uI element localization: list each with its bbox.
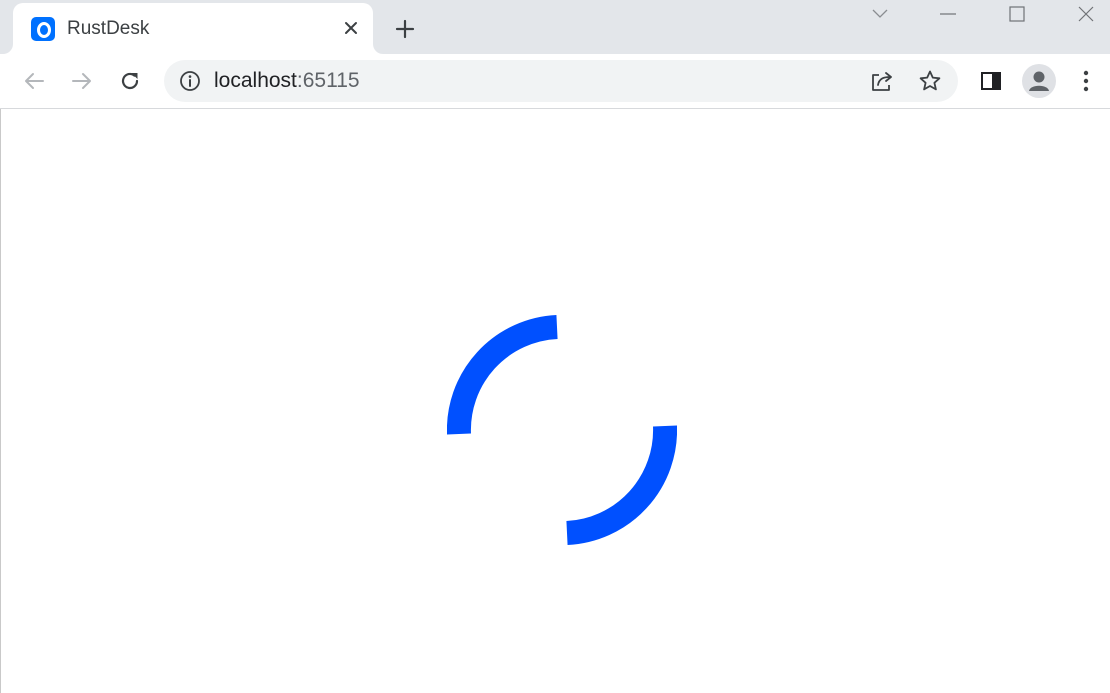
maximize-icon[interactable] <box>994 0 1040 28</box>
arrow-right-icon[interactable] <box>64 64 100 98</box>
url-text[interactable]: localhost:65115 <box>214 69 360 93</box>
address-bar[interactable]: localhost:65115 <box>164 60 958 102</box>
browser-window: RustDesk localhost:65115 <box>0 0 1110 693</box>
minimize-icon[interactable] <box>925 0 971 28</box>
chevron-down-icon[interactable] <box>857 0 903 28</box>
url-host: localhost <box>214 69 297 92</box>
rustdesk-logo-icon <box>31 17 55 41</box>
info-icon[interactable] <box>178 69 202 93</box>
tab-rustdesk[interactable]: RustDesk <box>13 3 373 54</box>
side-panel-icon[interactable] <box>973 64 1009 98</box>
arrow-left-icon[interactable] <box>16 64 52 98</box>
avatar-icon[interactable] <box>1022 64 1056 98</box>
browser-toolbar: localhost:65115 <box>0 54 1110 109</box>
page-content <box>0 109 1110 693</box>
url-port: :65115 <box>296 69 360 92</box>
reload-icon[interactable] <box>112 64 148 98</box>
share-icon[interactable] <box>868 68 896 94</box>
close-icon[interactable] <box>1063 0 1109 28</box>
tab-title: RustDesk <box>67 18 150 39</box>
kebab-menu-icon[interactable] <box>1068 64 1104 98</box>
tab-strip: RustDesk <box>0 0 1110 54</box>
star-icon[interactable] <box>916 68 944 94</box>
plus-icon[interactable] <box>390 14 420 44</box>
close-icon[interactable] <box>338 15 364 41</box>
loading-spinner-icon <box>447 315 677 545</box>
